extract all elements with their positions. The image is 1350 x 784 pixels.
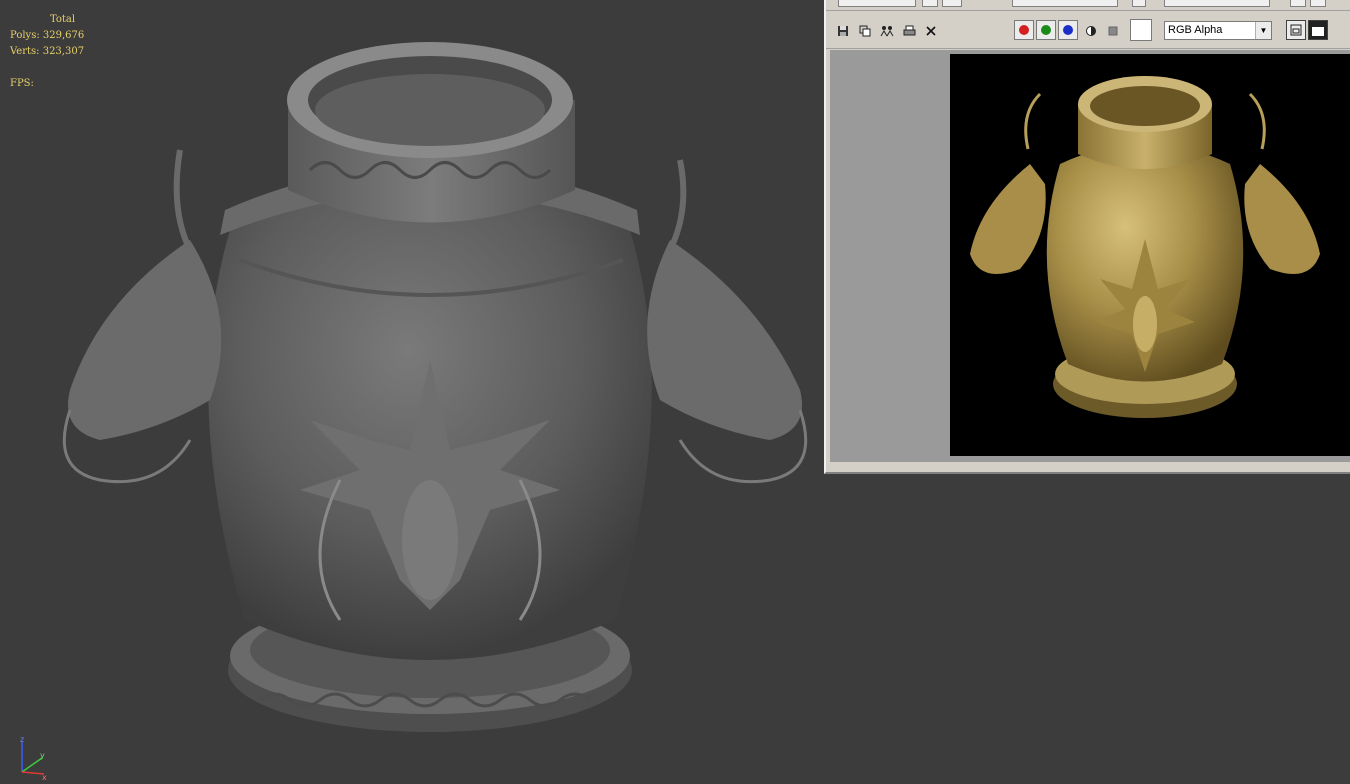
channel-display-value: RGB Alpha: [1168, 24, 1223, 36]
red-channel-button[interactable]: [1014, 20, 1034, 40]
rendered-frame-window[interactable]: RGB Alpha ▼: [824, 0, 1350, 474]
alpha-channel-icon[interactable]: [1082, 22, 1100, 40]
axis-y-label: y: [40, 751, 45, 760]
blue-channel-icon: [1063, 25, 1073, 35]
environment-button[interactable]: [1310, 0, 1326, 7]
axis-x-label: x: [42, 773, 47, 780]
region-button-2[interactable]: [942, 0, 962, 7]
monochrome-icon[interactable]: [1104, 22, 1122, 40]
vase-model-gray[interactable]: [40, 20, 830, 780]
blue-channel-button[interactable]: [1058, 20, 1078, 40]
lock-button[interactable]: [1132, 0, 1146, 7]
chevron-down-icon[interactable]: ▼: [1255, 22, 1271, 39]
axis-z-label: z: [20, 736, 24, 744]
save-icon[interactable]: [834, 22, 852, 40]
green-channel-button[interactable]: [1036, 20, 1056, 40]
green-channel-icon: [1041, 25, 1051, 35]
red-channel-icon: [1019, 25, 1029, 35]
color-swatch[interactable]: [1130, 19, 1152, 41]
rendered-image: [950, 54, 1350, 456]
region-button[interactable]: [922, 0, 938, 7]
toggle-ui-button[interactable]: [1308, 20, 1328, 40]
frame-window-top-controls: [826, 0, 1350, 11]
render-setup-button[interactable]: [1290, 0, 1306, 7]
area-to-render-field[interactable]: [838, 0, 916, 7]
clear-icon[interactable]: [922, 22, 940, 40]
viewport-field[interactable]: [1012, 0, 1118, 7]
copy-icon[interactable]: [856, 22, 874, 40]
clone-icon[interactable]: [878, 22, 896, 40]
toggle-ui-overlay-button[interactable]: [1286, 20, 1306, 40]
frame-toolbar: RGB Alpha ▼: [826, 14, 1350, 49]
render-frame-area: [830, 50, 1350, 462]
axis-gizmo: z y x: [20, 736, 47, 780]
render-preset-field[interactable]: [1164, 0, 1270, 7]
channel-display-select[interactable]: RGB Alpha ▼: [1164, 21, 1272, 40]
print-icon[interactable]: [900, 22, 918, 40]
